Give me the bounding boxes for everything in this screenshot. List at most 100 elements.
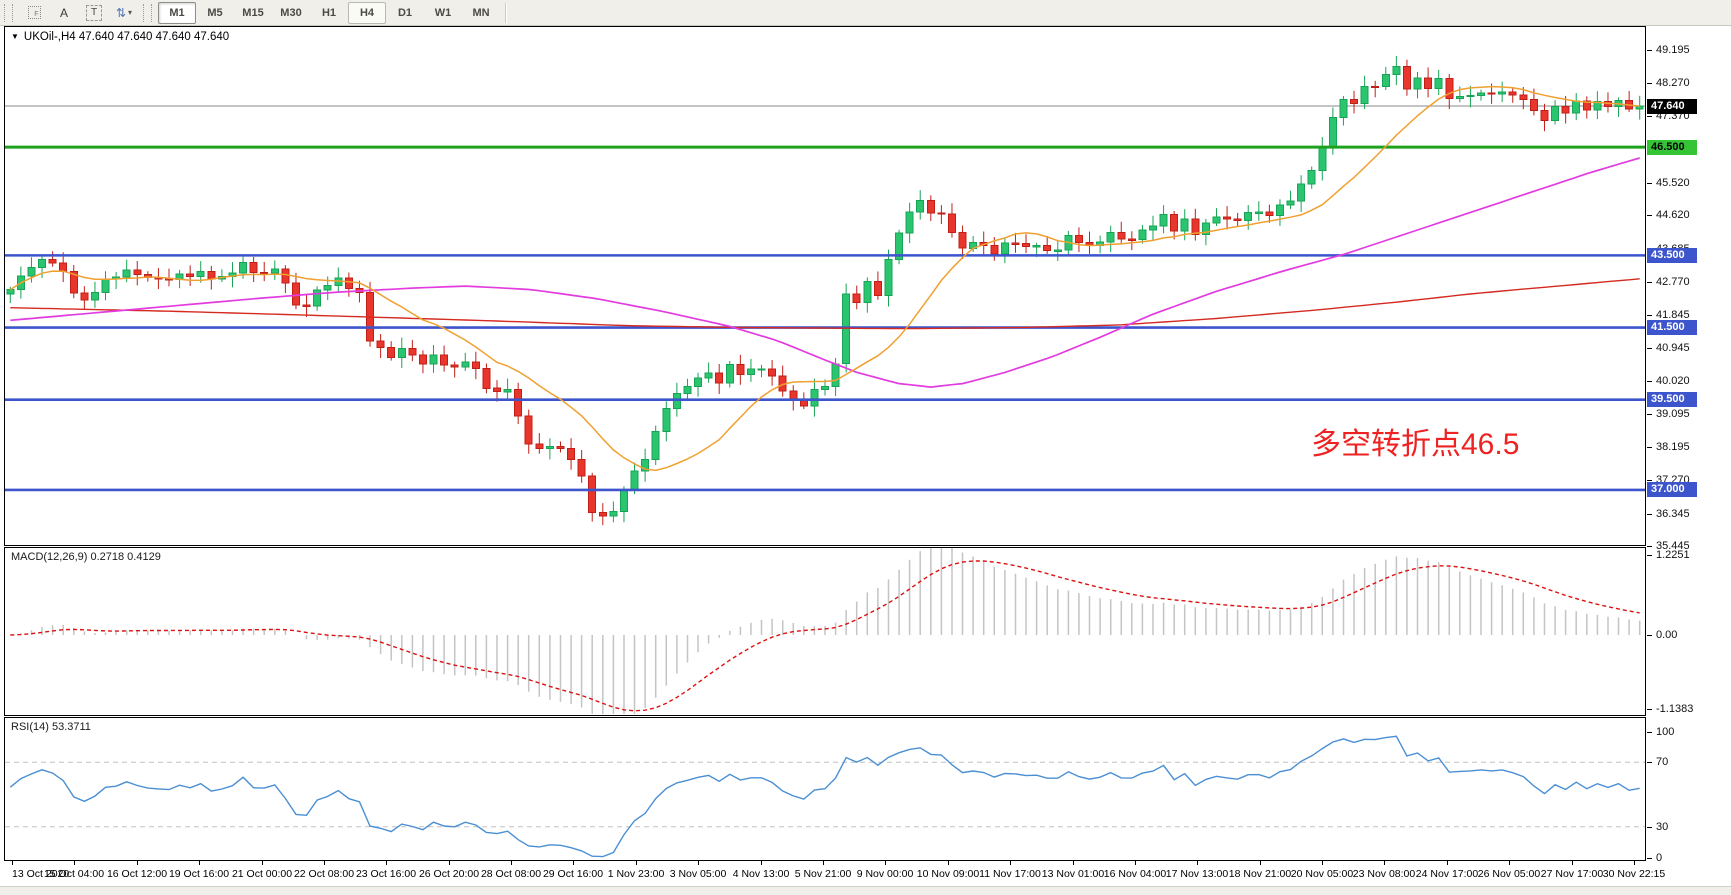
main-chart-pane[interactable] [5,27,1645,544]
time-tick-label: 27 Nov 17:00 [1541,868,1603,880]
time-tick [885,861,886,865]
time-tick [823,861,824,865]
time-tick-label: 26 Oct 20:00 [419,868,479,880]
time-tick [1509,861,1510,865]
chart-grid-f-button[interactable]: F [19,2,49,24]
time-tick-label: 4 Nov 13:00 [733,868,790,880]
axis-tick [1647,858,1652,859]
time-tick-label: 9 Nov 00:00 [857,868,914,880]
axis-tick [1647,555,1652,556]
time-tick [1135,861,1136,865]
timeframe-button-M5[interactable]: M5 [196,2,234,24]
price-tick-label: 40.945 [1656,342,1690,354]
macd-tick-label: -1.1383 [1656,703,1693,715]
macd-tick-label: 1.2251 [1656,549,1690,561]
price-level-box: 39.500 [1647,392,1697,407]
time-tick-label: 10 Nov 09:00 [917,868,979,880]
collapse-arrow-icon[interactable]: ▼ [11,32,19,41]
price-level-box: 46.500 [1647,140,1697,155]
time-tick-label: 3 Nov 05:00 [670,868,727,880]
time-tick [1572,861,1573,865]
rsi-pane[interactable] [5,718,1645,859]
axis-tick [1647,315,1652,316]
timeframe-button-MN[interactable]: MN [462,2,500,24]
time-tick-label: 18 Nov 21:00 [1229,868,1291,880]
axis-tick [1647,762,1652,763]
arrange-button[interactable]: ⇅ ▾ [109,2,139,24]
axis-tick [1647,83,1652,84]
time-tick [324,861,325,865]
time-tick-label: 21 Oct 00:00 [232,868,292,880]
time-tick-label: 22 Oct 08:00 [294,868,354,880]
axis-tick [1647,447,1652,448]
toolbar-grip[interactable] [4,4,13,22]
time-tick-label: 16 Oct 12:00 [107,868,167,880]
chart-title-text: UKOil-,H4 47.640 47.640 47.640 47.640 [24,31,229,43]
label-a-icon: A [60,6,68,20]
rsi-tick-label: 0 [1656,852,1662,864]
label-a-button[interactable]: A [49,2,79,24]
price-tick-label: 44.620 [1656,209,1690,221]
timeframe-button-M30[interactable]: M30 [272,2,310,24]
price-level-box: 37.000 [1647,482,1697,497]
macd-tick-label: 0.00 [1656,629,1677,641]
price-tick-label: 36.345 [1656,508,1690,520]
time-tick-label: 16 Nov 04:00 [1104,868,1166,880]
price-level-box: 47.640 [1647,99,1697,114]
timeframe-button-H1[interactable]: H1 [310,2,348,24]
time-tick [761,861,762,865]
arrange-arrows-icon: ⇅ [116,6,126,20]
time-tick [1634,861,1635,865]
price-axis[interactable]: 49.19548.27047.37046.44545.52044.62043.6… [1647,26,1731,886]
axis-tick [1647,183,1652,184]
price-tick-label: 39.095 [1656,408,1690,420]
axis-tick [1647,480,1652,481]
time-tick-label: 13 Nov 01:00 [1042,868,1104,880]
time-tick-label: 29 Oct 16:00 [543,868,603,880]
axis-tick [1647,116,1652,117]
time-tick [948,861,949,865]
macd-pane[interactable] [5,548,1645,714]
price-tick-label: 42.770 [1656,276,1690,288]
axis-tick [1647,381,1652,382]
price-tick-label: 48.270 [1656,77,1690,89]
chart-annotation-text[interactable]: 多空转折点46.5 [1311,419,1519,463]
time-tick [137,861,138,865]
axis-tick [1647,514,1652,515]
time-tick [1322,861,1323,865]
timeframe-button-M15[interactable]: M15 [234,2,272,24]
time-tick [1010,861,1011,865]
time-tick-label: 17 Nov 13:00 [1166,868,1228,880]
time-tick [636,861,637,865]
time-tick [1384,861,1385,865]
toolbar-separator [505,3,507,23]
time-tick-label: 1 Nov 23:00 [608,868,665,880]
time-tick [573,861,574,865]
textbox-t-button[interactable]: T [79,2,109,24]
toolbar-grip-2[interactable] [143,4,152,22]
timeframe-button-H4[interactable]: H4 [348,2,386,24]
rsi-tick-label: 70 [1656,756,1668,768]
axis-tick [1647,827,1652,828]
time-tick [1073,861,1074,865]
time-tick-label: 19 Oct 16:00 [169,868,229,880]
price-tick-label: 49.195 [1656,44,1690,56]
timeframe-button-M1[interactable]: M1 [158,2,196,24]
rsi-tick-label: 30 [1656,821,1668,833]
axis-tick [1647,635,1652,636]
time-tick [449,861,450,865]
time-tick-label: 30 Nov 22:15 [1603,868,1665,880]
axis-tick [1647,348,1652,349]
timeframe-button-W1[interactable]: W1 [424,2,462,24]
time-axis[interactable]: 13 Oct 202015 Oct 04:0016 Oct 12:0019 Oc… [4,861,1647,886]
axis-tick [1647,732,1652,733]
timeframe-button-D1[interactable]: D1 [386,2,424,24]
time-tick-label: 11 Nov 17:00 [979,868,1041,880]
top-toolbar: F A T ⇅ ▾ M1M5M15M30H1H4D1W1MN [0,0,1731,26]
rsi-label: RSI(14) 53.3711 [11,721,91,733]
price-tick-label: 38.195 [1656,441,1690,453]
dropdown-caret-icon: ▾ [128,8,132,17]
macd-label: MACD(12,26,9) 0.2718 0.4129 [11,551,161,563]
axis-tick [1647,414,1652,415]
price-level-box: 41.500 [1647,320,1697,335]
